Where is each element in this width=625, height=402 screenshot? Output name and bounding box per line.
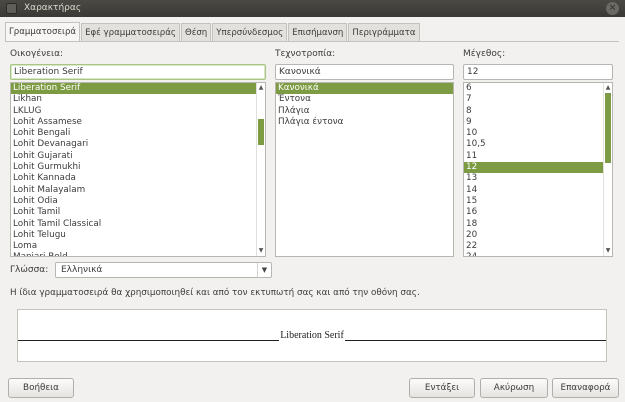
size-list-item[interactable]: 18 xyxy=(464,219,603,230)
style-list-item[interactable]: Έντονα xyxy=(276,94,453,105)
style-list-item[interactable]: Πλάγια xyxy=(276,106,453,117)
style-list[interactable]: Κανονικά Έντονα Πλάγια Πλάγια έντονα xyxy=(275,82,454,257)
family-list-item[interactable]: Lohit Gurmukhi xyxy=(11,162,256,173)
size-list-item[interactable]: 12 xyxy=(464,162,603,174)
style-input[interactable]: Κανονικά xyxy=(275,64,454,80)
size-list-item[interactable]: 24 xyxy=(464,252,603,256)
language-value: Ελληνικά xyxy=(61,265,103,275)
family-list-item[interactable]: LKLUG xyxy=(11,106,256,117)
family-list-item[interactable]: Lohit Telugu xyxy=(11,230,256,241)
size-list-item[interactable]: 20 xyxy=(464,230,603,241)
app-icon xyxy=(6,3,17,14)
scroll-down-icon[interactable]: ▼ xyxy=(604,247,612,255)
family-list-item[interactable]: Manjari Bold xyxy=(11,252,256,256)
language-label: Γλώσσα: xyxy=(10,265,49,275)
tab-panel-border xyxy=(5,41,619,42)
style-list-item[interactable]: Πλάγια έντονα xyxy=(276,117,453,128)
family-list-item[interactable]: Lohit Devanagari xyxy=(11,139,256,150)
family-list-item[interactable]: Lohit Assamese xyxy=(11,117,256,128)
family-list-item[interactable]: Lohit Kannada xyxy=(11,173,256,184)
family-label: Οικογένεια: xyxy=(10,49,64,59)
family-input[interactable]: Liberation Serif xyxy=(10,64,266,80)
family-list-item[interactable]: Lohit Odia xyxy=(11,196,256,207)
scroll-thumb[interactable] xyxy=(605,93,611,163)
close-icon[interactable]: × xyxy=(606,2,619,15)
size-list-item[interactable]: 16 xyxy=(464,207,603,218)
preview-text: Liberation Serif xyxy=(279,330,345,341)
size-list-item[interactable]: 10 xyxy=(464,128,603,139)
size-list[interactable]: 67891010,511121314151618202224 ▲ ▼ xyxy=(463,82,613,257)
family-list[interactable]: Liberation Serif Likhan LKLUG Lohit Assames… xyxy=(10,82,266,257)
tab-hyperlink[interactable]: Υπερσύνδεσμος xyxy=(212,23,288,42)
preview-text-row: Liberation Serif xyxy=(18,330,606,341)
tab-highlighting[interactable]: Επισήμανση xyxy=(288,23,348,42)
reset-button[interactable]: Επαναφορά xyxy=(552,378,619,398)
size-list-item[interactable]: 15 xyxy=(464,196,603,207)
size-list-item[interactable]: 14 xyxy=(464,185,603,196)
tab-bar: Γραμματοσειρά Εφέ γραμματοσειράς Θέση Υπ… xyxy=(5,22,421,42)
scroll-thumb[interactable] xyxy=(258,119,264,145)
scroll-up-icon[interactable]: ▲ xyxy=(604,84,612,92)
scroll-up-icon[interactable]: ▲ xyxy=(257,84,265,92)
tab-font[interactable]: Γραμματοσειρά xyxy=(5,22,81,42)
ok-button[interactable]: Εντάξει xyxy=(409,378,475,398)
size-label: Μέγεθος: xyxy=(463,49,506,59)
info-text: Η ίδια γραμματοσειρά θα χρησιμοποιηθεί κ… xyxy=(10,288,420,298)
window-title: Χαρακτήρας xyxy=(24,3,82,13)
family-list-item[interactable]: Liberation Serif xyxy=(11,83,256,95)
tab-position[interactable]: Θέση xyxy=(180,23,212,42)
size-list-items: 67891010,511121314151618202224 xyxy=(464,83,603,256)
family-list-item[interactable]: Lohit Tamil Classical xyxy=(11,219,256,230)
size-input[interactable]: 12 xyxy=(463,64,613,80)
style-list-items: Κανονικά Έντονα Πλάγια Πλάγια έντονα xyxy=(276,83,453,256)
tab-font-effects[interactable]: Εφέ γραμματοσειράς xyxy=(81,23,180,42)
size-list-item[interactable]: 10,5 xyxy=(464,139,603,150)
size-list-item[interactable]: 9 xyxy=(464,117,603,128)
help-button[interactable]: Βοήθεια xyxy=(8,378,74,398)
family-list-item[interactable]: Likhan xyxy=(11,94,256,105)
family-list-item[interactable]: Lohit Tamil xyxy=(11,207,256,218)
family-list-item[interactable]: Lohit Gujarati xyxy=(11,151,256,162)
family-list-item[interactable]: Loma xyxy=(11,241,256,252)
tab-borders[interactable]: Περιγράμματα xyxy=(348,23,420,42)
size-list-item[interactable]: 8 xyxy=(464,106,603,117)
language-select[interactable]: Ελληνικά ▼ xyxy=(55,262,272,278)
size-scrollbar[interactable]: ▲ ▼ xyxy=(603,83,612,256)
family-list-items: Liberation Serif Likhan LKLUG Lohit Assames… xyxy=(11,83,256,256)
family-list-item[interactable]: Lohit Bengali xyxy=(11,128,256,139)
size-list-item[interactable]: 6 xyxy=(464,83,603,94)
size-list-item[interactable]: 7 xyxy=(464,94,603,105)
family-list-item[interactable]: Lohit Malayalam xyxy=(11,185,256,196)
size-list-item[interactable]: 22 xyxy=(464,241,603,252)
cancel-button[interactable]: Ακύρωση xyxy=(480,378,548,398)
font-preview: Liberation Serif xyxy=(17,309,607,362)
scroll-down-icon[interactable]: ▼ xyxy=(257,247,265,255)
chevron-down-icon[interactable]: ▼ xyxy=(257,263,271,277)
title-bar: Χαρακτήρας × xyxy=(0,0,625,17)
size-list-item[interactable]: 13 xyxy=(464,173,603,184)
family-scrollbar[interactable]: ▲ ▼ xyxy=(256,83,265,256)
style-label: Τεχνοτροπία: xyxy=(275,49,336,59)
size-list-item[interactable]: 11 xyxy=(464,151,603,162)
style-list-item[interactable]: Κανονικά xyxy=(276,83,453,95)
